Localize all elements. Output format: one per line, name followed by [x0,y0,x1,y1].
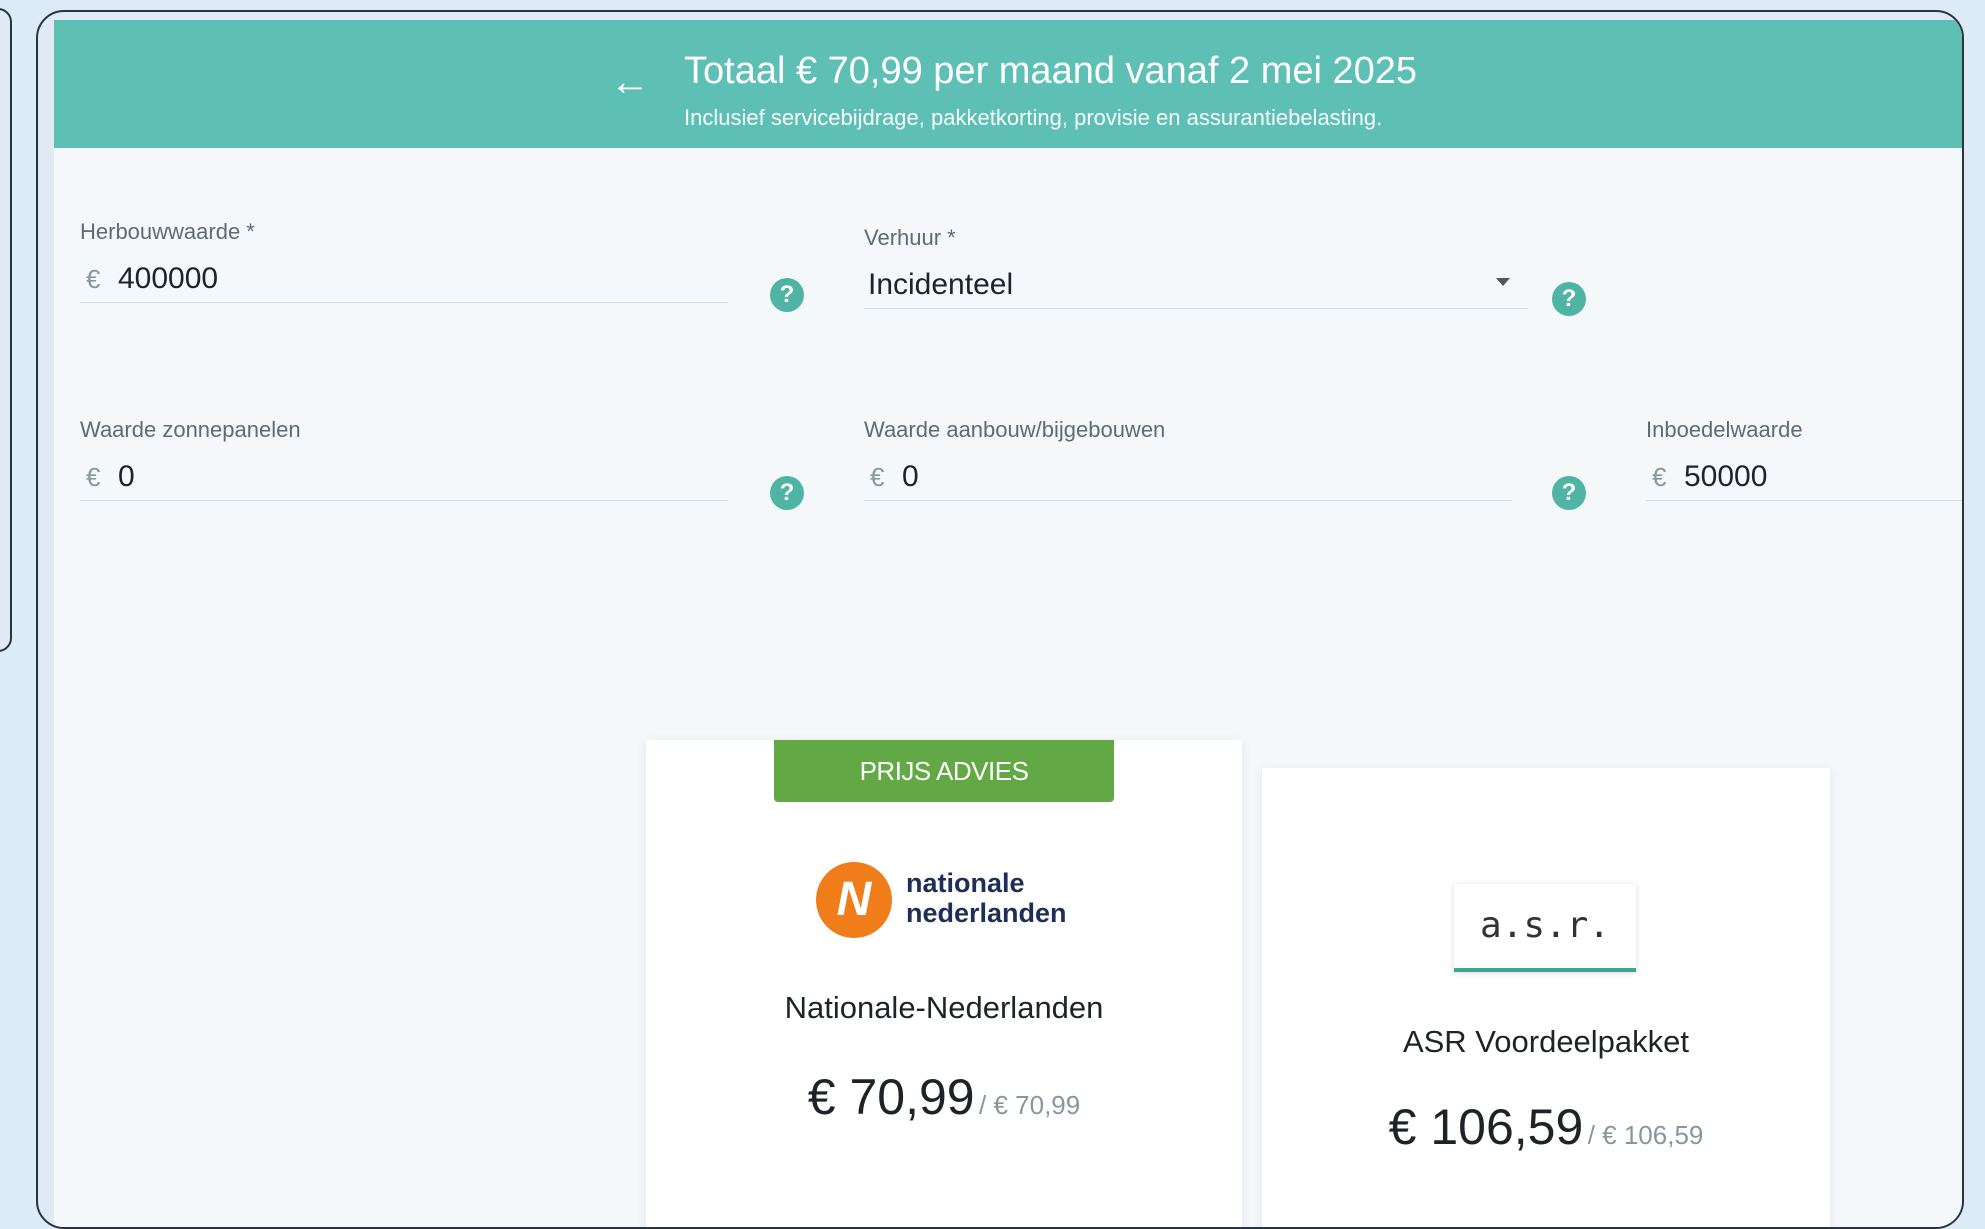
price: € 106,59 / € 106,59 [1262,1098,1830,1156]
total-title: Totaal € 70,99 per maand vanaf 2 mei 202… [684,50,1418,92]
help-icon[interactable]: ? [1552,282,1586,316]
zonnepanelen-label: Waarde zonnepanelen [80,417,301,442]
euro-icon: € [1652,462,1667,492]
nn-logo: N nationale nederlanden [816,862,1096,942]
chevron-down-icon [1496,278,1510,286]
insurer-name: ASR Voordeelpakket [1402,1024,1690,1059]
insurer-name: Nationale-Nederlanden [784,990,1104,1025]
herbouwwaarde-input[interactable]: € 400000 [80,256,728,303]
zonnepanelen-field: Waarde zonnepanelen € 0 [80,416,728,501]
price-advice-badge: PRIJS ADVIES [774,740,1114,802]
verhuur-field: Verhuur * Incidenteel [864,224,1528,309]
zonnepanelen-input[interactable]: € 0 [80,454,728,501]
help-icon[interactable]: ? [1552,476,1586,510]
nn-logo-line1: nationale [906,868,1025,898]
quote-page: ← Totaal € 70,99 per maand vanaf 2 mei 2… [54,20,1962,1227]
price: € 70,99 / € 70,99 [646,1068,1242,1126]
asr-logo: a.s.r. [1454,884,1636,972]
aanbouw-input[interactable]: € 0 [864,454,1512,501]
monthly-price: € 70,99 [807,1069,975,1125]
asr-logo-text: a.s.r. [1479,905,1611,946]
inboedel-field: Inboedelwaarde € 50000 [1646,416,1962,501]
aanbouw-field: Waarde aanbouw/bijgebouwen € 0 [864,416,1512,501]
nn-logo-line2: nederlanden [906,898,1067,928]
herbouwwaarde-label: Herbouwwaarde * [80,219,255,244]
offer-card-asr[interactable]: a.s.r. ASR Voordeelpakket € 106,59 / € 1… [1262,768,1830,1227]
price-secondary: / € 106,59 [1587,1120,1704,1150]
monthly-price: € 106,59 [1388,1099,1584,1155]
offer-card-nn[interactable]: PRIJS ADVIES N nationale nederlanden Nat… [646,740,1242,1227]
back-arrow-icon[interactable]: ← [606,62,654,102]
price-secondary: / € 70,99 [979,1090,1081,1120]
euro-icon: € [870,462,885,492]
help-icon[interactable]: ? [770,278,804,312]
verhuur-select[interactable]: Incidenteel [864,262,1528,309]
herbouwwaarde-value: 400000 [118,262,219,295]
zonnepanelen-value: 0 [118,460,135,493]
aanbouw-label: Waarde aanbouw/bijgebouwen [864,417,1166,442]
euro-icon: € [86,462,101,492]
euro-icon: € [86,264,101,294]
side-panel-edge [0,8,12,652]
inboedel-label: Inboedelwaarde [1646,417,1803,442]
aanbouw-value: 0 [902,460,919,493]
verhuur-label: Verhuur * [864,225,956,250]
browser-frame: ← Totaal € 70,99 per maand vanaf 2 mei 2… [36,10,1964,1229]
total-header: ← Totaal € 70,99 per maand vanaf 2 mei 2… [54,20,1962,148]
inboedel-input[interactable]: € 50000 [1646,454,1962,501]
nn-logo-icon: N [816,862,892,938]
total-subtitle: Inclusief servicebijdrage, pakketkorting… [684,105,1383,130]
help-icon[interactable]: ? [770,476,804,510]
inboedel-value: 50000 [1684,460,1768,493]
herbouwwaarde-field: Herbouwwaarde * € 400000 [80,218,728,303]
verhuur-value: Incidenteel [868,268,1014,301]
